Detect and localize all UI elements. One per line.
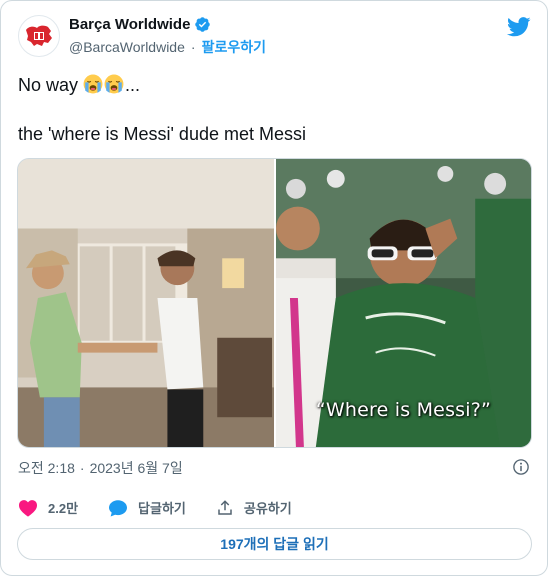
photo-hotel-meeting[interactable] [18, 159, 274, 447]
separator-dot: · [190, 39, 196, 55]
tweet-line-1-text: No way [18, 75, 84, 95]
loudly-crying-face-emoji-icon [104, 74, 124, 94]
tweet-body: No way ... the 'where is Messi' dude met… [18, 74, 532, 145]
account-handle[interactable]: @BarcaWorldwide [69, 39, 185, 55]
reply-label: 답글하기 [138, 501, 186, 516]
share-upload-icon [218, 499, 232, 515]
read-replies-button[interactable]: 197개의 답글 읽기 [17, 528, 532, 560]
twitter-bird-icon[interactable] [507, 16, 531, 38]
reply-button[interactable]: 답글하기 [108, 498, 186, 517]
info-icon[interactable] [512, 458, 530, 476]
photo-world-cup-fan[interactable]: “Where is Messi?” [276, 159, 531, 447]
loudly-crying-face-emoji-icon [83, 74, 103, 94]
avatar[interactable] [18, 15, 60, 57]
share-label: 공유하기 [243, 501, 292, 516]
tweet-time: 오전 2:18 [18, 460, 75, 476]
heart-icon [19, 499, 37, 517]
tweet-timestamp[interactable]: 오전 2:18 · 2023년 6월 7일 [18, 458, 183, 478]
hotel-room-photo [18, 159, 274, 447]
video-caption: “Where is Messi?” [315, 399, 492, 421]
tweet-line-2: the 'where is Messi' dude met Messi [18, 124, 306, 144]
tweet-date: 2023년 6월 7일 [89, 460, 183, 476]
display-name[interactable]: Barça Worldwide [69, 16, 190, 33]
media-grid: “Where is Messi?” [17, 158, 532, 448]
like-button[interactable]: 2.2만 [18, 498, 78, 517]
club-logo-icon [20, 17, 58, 55]
follow-button[interactable]: 팔로우하기 [202, 37, 266, 57]
like-count: 2.2만 [48, 501, 79, 516]
action-bar: 2.2만 답글하기 공유하기 [18, 498, 322, 517]
tweet-line-1: No way ... [18, 74, 532, 96]
tweet-line-1-suffix: ... [125, 75, 141, 95]
reply-bubble-icon [109, 499, 128, 517]
separator-dot: · [79, 460, 85, 476]
tweet-card: Barça Worldwide @BarcaWorldwide · 팔로우하기 … [0, 0, 548, 576]
verified-badge-icon [195, 17, 211, 32]
tweet-header: Barça Worldwide @BarcaWorldwide · 팔로우하기 [18, 13, 533, 61]
read-replies-label: 197개의 답글 읽기 [220, 536, 329, 552]
share-button[interactable]: 공유하기 [216, 498, 292, 517]
